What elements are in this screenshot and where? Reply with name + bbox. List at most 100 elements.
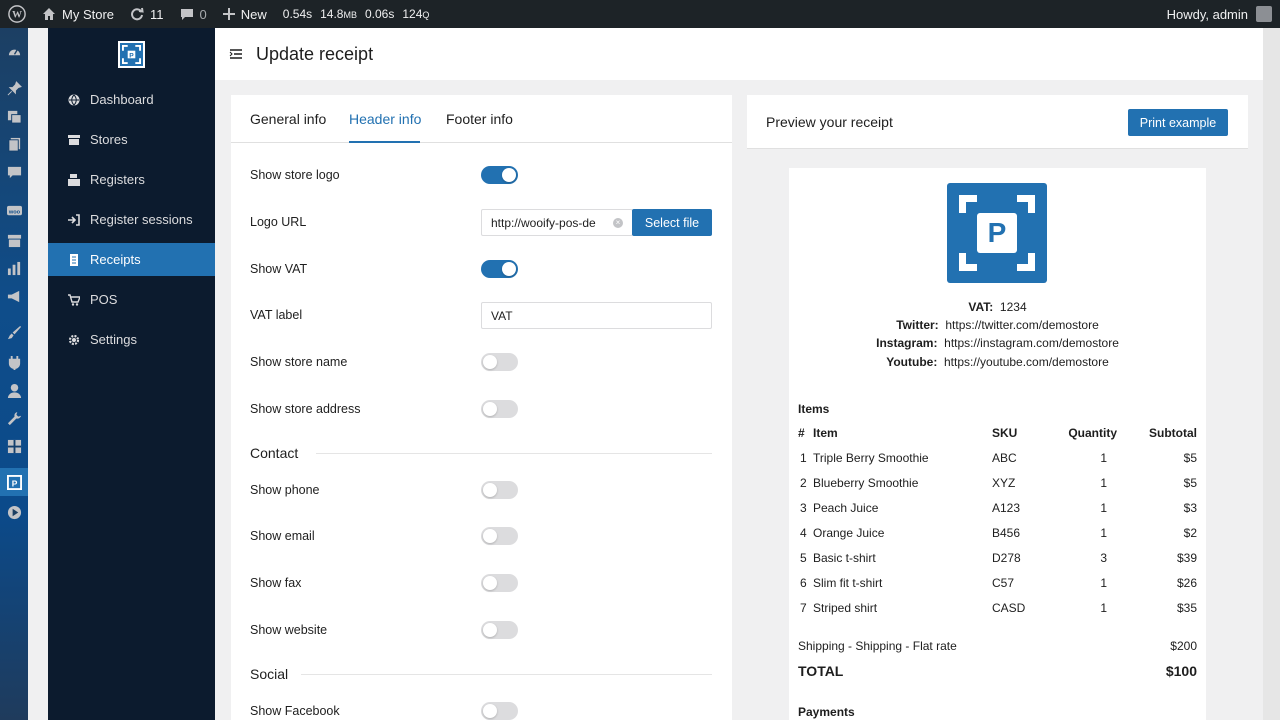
- sidebar-item-label: Receipts: [90, 252, 141, 267]
- register-icon: [68, 173, 80, 186]
- table-row: 1 Triple Berry Smoothie ABC 1 $5: [800, 451, 1197, 465]
- twitter-line: Twitter: https://twitter.com/demostore: [896, 318, 1099, 332]
- comments-link[interactable]: 0: [172, 0, 215, 28]
- sidebar-item-label: Register sessions: [90, 212, 193, 227]
- logo-url-input[interactable]: http://wooify-pos-de ×: [481, 209, 633, 236]
- show-website-label: Show website: [250, 623, 328, 637]
- marketing-icon[interactable]: [0, 282, 28, 310]
- new-content-link[interactable]: New: [215, 0, 275, 28]
- preview-header: Preview your receipt Print example: [747, 95, 1248, 149]
- my-account[interactable]: Howdy, admin: [1167, 0, 1280, 28]
- show-vat-label: Show VAT: [250, 262, 308, 276]
- table-row: 3 Peach Juice A123 1 $3: [800, 501, 1197, 515]
- sidebar-item-receipts[interactable]: Receipts: [48, 243, 215, 276]
- items-heading: Items: [798, 402, 830, 416]
- page-scrollbar[interactable]: [1263, 28, 1280, 720]
- sidebar-item-label: Settings: [90, 332, 137, 347]
- show-website-toggle[interactable]: [481, 621, 518, 639]
- show-email-toggle[interactable]: [481, 527, 518, 545]
- sidebar-item-registers[interactable]: Registers: [48, 163, 215, 196]
- tab-bar: General info Header info Footer info: [231, 95, 732, 143]
- appearance-icon[interactable]: [0, 318, 28, 346]
- query-monitor-stats[interactable]: 0.54s 14.8MB 0.06s 124Q: [275, 7, 438, 21]
- plus-icon: [222, 8, 235, 20]
- plugins-icon[interactable]: [0, 348, 28, 376]
- show-vat-toggle[interactable]: [481, 260, 518, 278]
- show-phone-toggle[interactable]: [481, 481, 518, 499]
- stat-query-time: 0.06s: [364, 7, 395, 21]
- show-facebook-label: Show Facebook: [250, 704, 340, 718]
- tools-icon[interactable]: [0, 404, 28, 432]
- plugin-logo[interactable]: P: [118, 41, 145, 68]
- tab-header-info[interactable]: Header info: [349, 111, 421, 127]
- social-section-title: Social: [250, 666, 289, 682]
- wooify-pos-icon[interactable]: P: [0, 468, 28, 496]
- products-icon[interactable]: [0, 226, 28, 254]
- gear-icon: [68, 334, 80, 345]
- show-store-address-toggle[interactable]: [481, 400, 518, 418]
- analytics-icon[interactable]: [0, 254, 28, 282]
- page-title: Update receipt: [256, 43, 374, 64]
- sidebar-item-stores[interactable]: Stores: [48, 123, 215, 156]
- vat-label-input[interactable]: VAT: [481, 302, 712, 329]
- site-name: My Store: [62, 6, 115, 22]
- tab-footer-info[interactable]: Footer info: [446, 111, 513, 127]
- show-store-logo-label: Show store logo: [250, 168, 340, 182]
- payments-heading: Payments: [798, 705, 855, 719]
- vat-line: VAT: 1234: [968, 300, 1027, 314]
- comment-icon: [180, 9, 193, 20]
- settings-grid-icon[interactable]: [0, 432, 28, 460]
- wordpress-logo-icon[interactable]: W: [0, 0, 34, 28]
- admin-menu-rail: woo P: [0, 28, 28, 720]
- settings-form-panel: General info Header info Footer info Sho…: [231, 95, 732, 720]
- comments-icon[interactable]: [0, 158, 28, 186]
- updates-link[interactable]: 11: [122, 0, 172, 28]
- sidebar-item-dashboard[interactable]: Dashboard: [48, 83, 215, 116]
- svg-text:P: P: [129, 52, 134, 59]
- active-tab-indicator: [349, 141, 420, 143]
- users-icon[interactable]: [0, 376, 28, 404]
- vat-label-label: VAT label: [250, 308, 303, 322]
- sidebar-item-label: Stores: [90, 132, 128, 147]
- print-example-button[interactable]: Print example: [1128, 109, 1228, 136]
- section-divider: [316, 453, 712, 454]
- clear-icon[interactable]: ×: [613, 218, 623, 228]
- refresh-icon: [131, 7, 144, 21]
- receipt-preview-panel: Preview your receipt Print example P VAT…: [747, 95, 1248, 720]
- sidebar-item-label: POS: [90, 292, 118, 307]
- total-value: $100: [1165, 663, 1197, 679]
- show-store-name-toggle[interactable]: [481, 353, 518, 371]
- table-row: 2 Blueberry Smoothie XYZ 1 $5: [800, 476, 1197, 490]
- media-icon[interactable]: [0, 102, 28, 130]
- woocommerce-icon[interactable]: woo: [0, 196, 28, 224]
- pages-icon[interactable]: [0, 130, 28, 158]
- play-icon[interactable]: [0, 498, 28, 526]
- select-file-button[interactable]: Select file: [632, 209, 712, 236]
- show-email-label: Show email: [250, 529, 315, 543]
- preview-title: Preview your receipt: [766, 114, 893, 130]
- sign-in-icon: [68, 213, 80, 226]
- show-fax-toggle[interactable]: [481, 574, 518, 592]
- receipt-icon: [70, 253, 78, 266]
- posts-pin-icon[interactable]: [0, 74, 28, 102]
- menu-fold-icon[interactable]: [229, 47, 243, 61]
- youtube-line: Youtube: https://youtube.com/demostore: [886, 355, 1109, 369]
- plugin-sidebar: P Dashboard Stores Registers Register se…: [48, 28, 215, 720]
- sidebar-item-pos[interactable]: POS: [48, 283, 215, 316]
- show-store-logo-toggle[interactable]: [481, 166, 518, 184]
- table-row: 7 Striped shirt CASD 1 $35: [800, 601, 1197, 615]
- show-phone-label: Show phone: [250, 483, 320, 497]
- section-divider: [301, 674, 712, 675]
- dashboard-icon[interactable]: [0, 37, 28, 65]
- show-store-address-label: Show store address: [250, 402, 361, 416]
- show-facebook-toggle[interactable]: [481, 702, 518, 720]
- updates-count: 11: [150, 6, 164, 22]
- sidebar-item-register-sessions[interactable]: Register sessions: [48, 203, 215, 236]
- tab-general-info[interactable]: General info: [250, 111, 326, 127]
- comments-count: 0: [199, 6, 207, 22]
- sidebar-item-settings[interactable]: Settings: [48, 323, 215, 356]
- table-row: 5 Basic t-shirt D278 3 $39: [800, 551, 1197, 565]
- instagram-line: Instagram: https://instagram.com/demosto…: [876, 336, 1119, 350]
- show-store-name-label: Show store name: [250, 355, 348, 369]
- site-name-link[interactable]: My Store: [34, 0, 122, 28]
